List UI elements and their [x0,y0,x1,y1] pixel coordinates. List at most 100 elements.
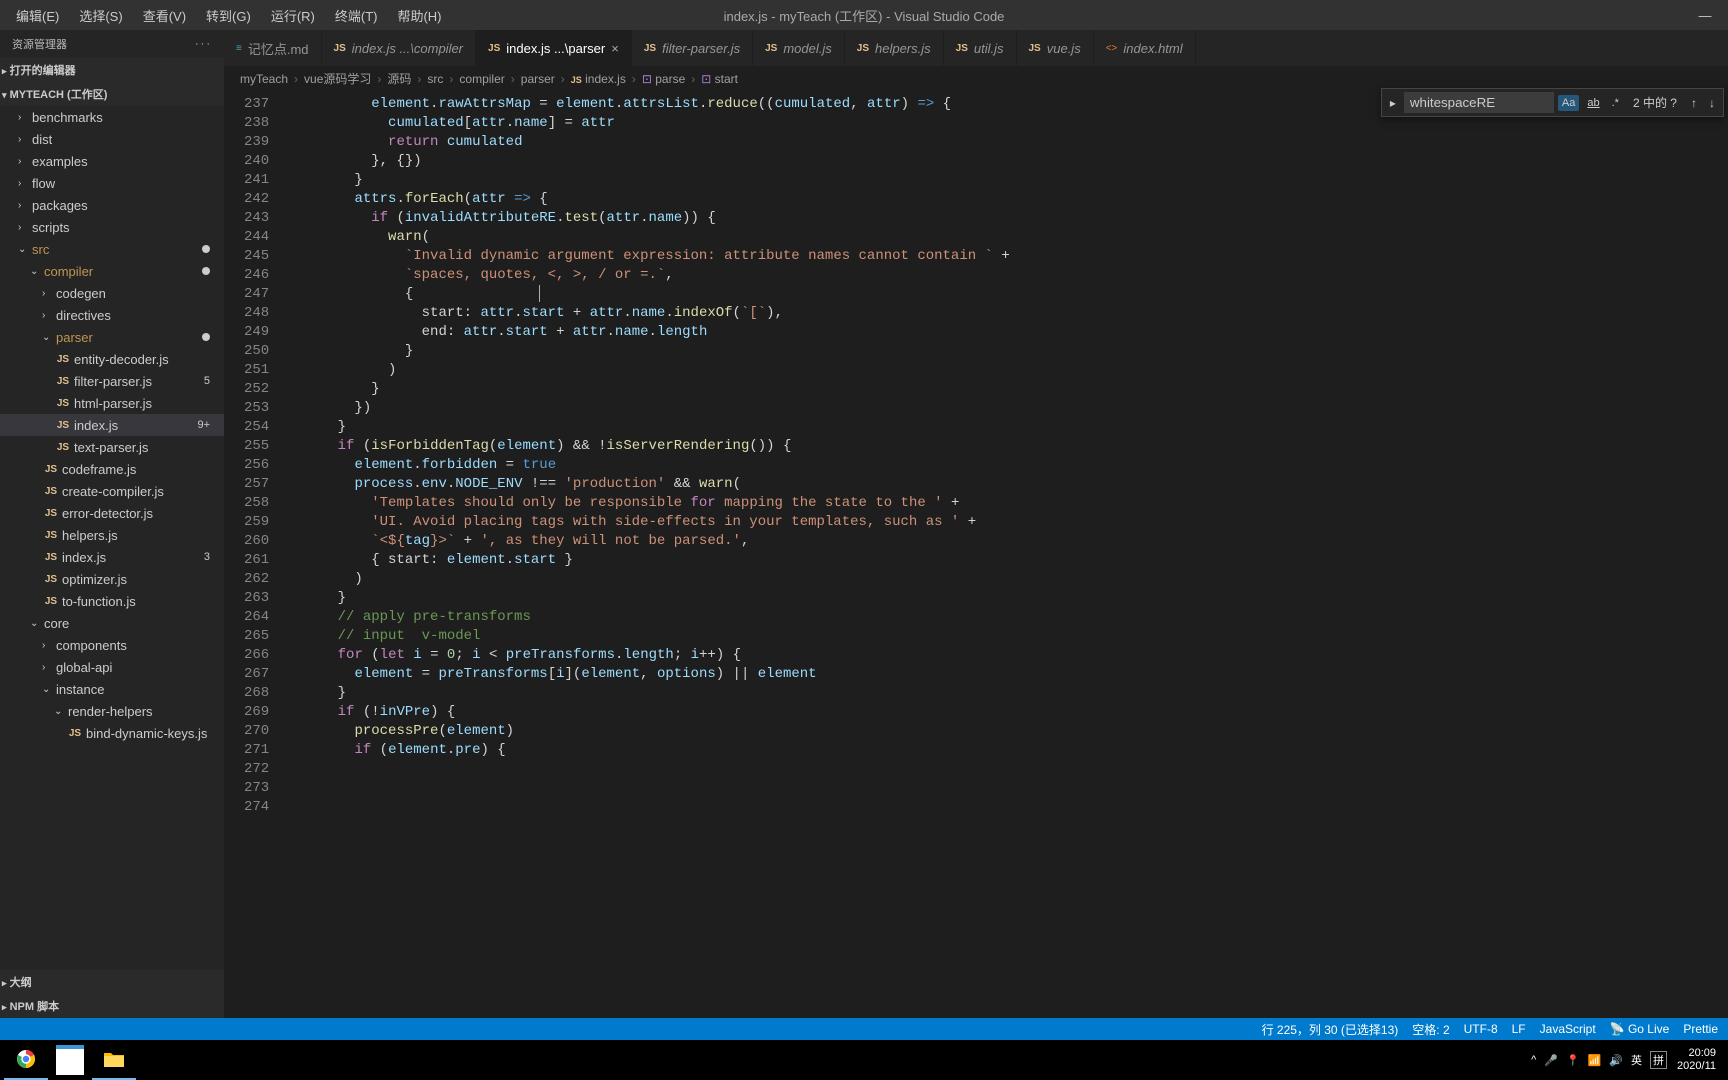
open-editors-section[interactable]: ▸ 打开的编辑器 [0,58,224,82]
tree-file[interactable]: JSbind-dynamic-keys.js [0,722,224,744]
editor-tabs: ≡记忆点.mdJSindex.js ...\compilerJSindex.js… [224,30,1728,66]
system-tray[interactable]: ^ 🎤 📍 📶 🔊 英 拼 [1531,1051,1667,1069]
cursor-position[interactable]: 行 225，列 30 (已选择13) [1262,1021,1399,1038]
code-editor[interactable]: 2372382392402412422432442452462472482492… [224,91,1728,1018]
editor-area: ≡记忆点.mdJSindex.js ...\compilerJSindex.js… [224,30,1728,1018]
find-expand-icon[interactable]: ▸ [1386,94,1400,112]
file-tree[interactable]: ›benchmarks›dist›examples›flow›packages›… [0,106,224,970]
tree-folder[interactable]: ›scripts [0,216,224,238]
tree-folder[interactable]: ›packages [0,194,224,216]
indentation[interactable]: 空格: 2 [1412,1021,1449,1038]
tree-folder[interactable]: ›global-api [0,656,224,678]
breadcrumb-item[interactable]: src [427,72,443,86]
prettier-status[interactable]: Prettie [1683,1022,1718,1036]
minimize-button[interactable]: — [1698,8,1712,23]
whole-word-icon[interactable]: ab [1583,95,1603,111]
ime-mode[interactable]: 拼 [1650,1051,1667,1069]
menu-item[interactable]: 帮助(H) [389,2,449,29]
editor-tab[interactable]: <>index.html [1094,30,1196,66]
editor-tab[interactable]: JShelpers.js [845,30,944,66]
menu-item[interactable]: 终端(T) [327,2,386,29]
statusbar: 行 225，列 30 (已选择13) 空格: 2 UTF-8 LF JavaSc… [0,1018,1728,1040]
find-prev-icon[interactable]: ↑ [1687,94,1701,112]
tree-file[interactable]: JSerror-detector.js [0,502,224,524]
regex-icon[interactable]: .* [1608,95,1623,111]
close-tab-icon[interactable]: × [611,41,619,56]
npm-scripts-section[interactable]: ▸ NPM 脚本 [0,994,224,1018]
tree-file[interactable]: JShelpers.js [0,524,224,546]
tree-folder[interactable]: ›directives [0,304,224,326]
tree-file[interactable]: JStext-parser.js [0,436,224,458]
minimap[interactable] [1628,91,1728,1018]
tree-file[interactable]: JScodeframe.js [0,458,224,480]
tree-folder[interactable]: ⌄src [0,238,224,260]
menubar: 编辑(E)选择(S)查看(V)转到(G)运行(R)终端(T)帮助(H) [8,2,450,29]
tree-file[interactable]: JSentity-decoder.js [0,348,224,370]
tree-file[interactable]: JShtml-parser.js [0,392,224,414]
breadcrumb-item[interactable]: JS index.js [571,72,626,86]
editor-tab[interactable]: JSindex.js ...\compiler [322,30,477,66]
editor-tab[interactable]: JSvue.js [1017,30,1094,66]
chrome-icon[interactable] [4,1040,48,1080]
windows-taskbar: ^ 🎤 📍 📶 🔊 英 拼 20:09 2020/11 [0,1040,1728,1080]
tree-file[interactable]: JSoptimizer.js [0,568,224,590]
code-content[interactable]: element.rawAttrsMap = element.attrsList.… [287,91,1728,1018]
menu-item[interactable]: 转到(G) [198,2,259,29]
breadcrumb-item[interactable]: parser [521,72,555,86]
breadcrumb-item[interactable]: 源码 [387,70,411,87]
tree-folder[interactable]: ›codegen [0,282,224,304]
volume-icon[interactable]: 🔊 [1609,1054,1623,1067]
tree-file[interactable]: JSindex.js3 [0,546,224,568]
find-widget[interactable]: ▸ Aa ab .* 2 中的 ? ↑ ↓ [1381,88,1724,117]
explorer-icon[interactable] [92,1040,136,1080]
tree-folder[interactable]: ›flow [0,172,224,194]
go-live[interactable]: 📡 Go Live [1610,1022,1670,1036]
editor-tab[interactable]: JSmodel.js [753,30,845,66]
tree-folder[interactable]: ›components [0,634,224,656]
tree-folder[interactable]: ›dist [0,128,224,150]
tree-folder[interactable]: ⌄core [0,612,224,634]
breadcrumb-item[interactable]: compiler [459,72,504,86]
find-next-icon[interactable]: ↓ [1705,94,1719,112]
tree-file[interactable]: JScreate-compiler.js [0,480,224,502]
tree-file[interactable]: JSto-function.js [0,590,224,612]
ime-lang[interactable]: 英 [1631,1052,1642,1068]
encoding[interactable]: UTF-8 [1464,1022,1498,1036]
outline-section[interactable]: ▸ 大纲 [0,970,224,994]
breadcrumb-item[interactable]: vue源码学习 [304,70,371,87]
breadcrumb-item[interactable]: myTeach [240,72,288,86]
file-icon[interactable] [56,1045,84,1075]
workspace-section[interactable]: ▾ MYTEACH (工作区) [0,82,224,106]
editor-tab[interactable]: JSutil.js [944,30,1017,66]
tree-folder[interactable]: ›examples [0,150,224,172]
editor-tab[interactable]: JSfilter-parser.js [632,30,753,66]
eol[interactable]: LF [1512,1022,1526,1036]
breadcrumb-item[interactable]: ⊡ parse [642,72,685,86]
tree-file[interactable]: JSfilter-parser.js5 [0,370,224,392]
explorer-title: 资源管理器 [12,36,67,52]
language-mode[interactable]: JavaScript [1540,1022,1596,1036]
mic-icon[interactable]: 🎤 [1544,1054,1558,1067]
tree-folder[interactable]: ›benchmarks [0,106,224,128]
explorer-sidebar: 资源管理器 ··· ▸ 打开的编辑器 ▾ MYTEACH (工作区) ›benc… [0,30,224,1018]
location-icon[interactable]: 📍 [1566,1054,1580,1067]
more-icon[interactable]: ··· [195,38,212,50]
menu-item[interactable]: 查看(V) [135,2,194,29]
find-result-count: 2 中的 ? [1627,94,1683,111]
clock[interactable]: 20:09 2020/11 [1677,1047,1716,1073]
tray-expand-icon[interactable]: ^ [1531,1054,1536,1066]
menu-item[interactable]: 编辑(E) [8,2,67,29]
tree-folder[interactable]: ⌄render-helpers [0,700,224,722]
tree-folder[interactable]: ⌄compiler [0,260,224,282]
tree-folder[interactable]: ⌄parser [0,326,224,348]
menu-item[interactable]: 选择(S) [71,2,130,29]
tree-folder[interactable]: ⌄instance [0,678,224,700]
match-case-icon[interactable]: Aa [1558,95,1579,111]
tree-file[interactable]: JSindex.js9+ [0,414,224,436]
menu-item[interactable]: 运行(R) [263,2,323,29]
editor-tab[interactable]: ≡记忆点.md [224,30,322,66]
find-input[interactable] [1404,92,1554,113]
breadcrumb-item[interactable]: ⊡ start [701,72,738,86]
wifi-icon[interactable]: 📶 [1588,1054,1602,1067]
editor-tab[interactable]: JSindex.js ...\parser× [476,30,632,66]
